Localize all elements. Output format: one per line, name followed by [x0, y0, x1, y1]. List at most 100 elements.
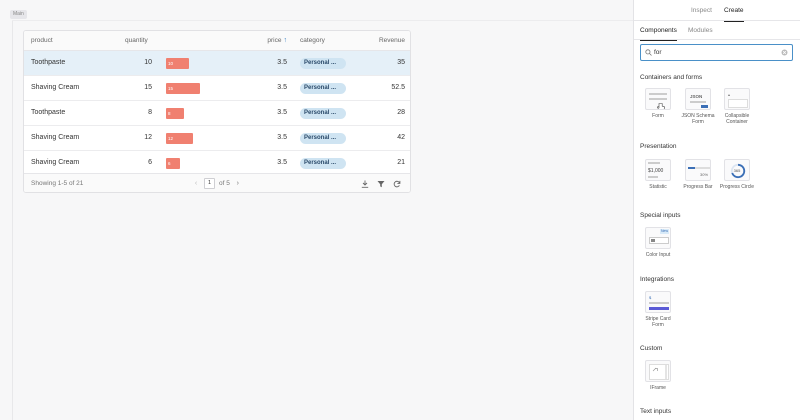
cell-quantity: 10	[144, 59, 152, 66]
table-row[interactable]: Shaving Cream 15 15 3.5 Personal ... 52.5	[24, 76, 410, 101]
page-count: of 5	[219, 180, 230, 187]
section-special-inputs: Special inputs	[640, 212, 681, 219]
quantity-bar: 12	[166, 133, 193, 144]
progress-bar-thumbnail: 30%	[685, 159, 711, 181]
statistic-line-icon	[648, 176, 658, 178]
previous-page-icon[interactable]: ‹	[192, 180, 200, 187]
color-swatch-icon	[651, 239, 655, 242]
tab-modules[interactable]: Modules	[688, 24, 713, 40]
data-table[interactable]: product quantity price ↑ category Revenue…	[23, 30, 411, 193]
component-label: JSON Schema Form	[681, 113, 715, 125]
component-label: Statistic	[649, 184, 667, 190]
category-tag: Personal ...	[300, 158, 346, 169]
section-custom: Custom	[640, 345, 663, 352]
stripe-button-icon	[649, 307, 669, 310]
column-header-price[interactable]: price ↑	[253, 31, 287, 51]
component-label: Collapsible Container	[724, 113, 750, 125]
component-color-input[interactable]: New Color Input	[639, 227, 677, 258]
clear-search-icon[interactable]	[781, 49, 788, 58]
component-label: Color Input	[645, 252, 671, 258]
filter-icon[interactable]	[376, 179, 385, 188]
cell-quantity: 12	[144, 134, 152, 141]
section-text-inputs: Text inputs	[640, 408, 672, 415]
cell-price: 3.5	[277, 59, 287, 66]
cell-product: Toothpaste	[31, 59, 66, 66]
progress-thumb-text: 30%	[700, 172, 709, 177]
column-header-category[interactable]: category	[300, 31, 325, 51]
progress-fill-icon	[688, 167, 695, 169]
component-collapsible-container[interactable]: ▴ Collapsible Container	[718, 88, 756, 125]
cell-product: Toothpaste	[31, 109, 66, 116]
tab-components[interactable]: Components	[640, 24, 677, 41]
tab-create[interactable]: Create	[724, 0, 744, 22]
component-json-schema-form[interactable]: JSON JSON Schema Form	[679, 88, 717, 125]
pagination-controls: ‹ 1 of 5 ›	[192, 174, 242, 192]
cell-price: 3.5	[277, 84, 287, 91]
cell-product: Shaving Cream	[31, 134, 80, 141]
json-thumb-text: JSON	[690, 94, 703, 99]
table-actions	[360, 174, 401, 192]
search-icon	[645, 49, 652, 58]
component-form[interactable]: Form	[639, 88, 677, 119]
column-header-quantity[interactable]: quantity	[125, 31, 148, 51]
cell-revenue: 42	[397, 134, 405, 141]
cell-revenue: 28	[397, 109, 405, 116]
component-progress-circle[interactable]: 365 Progress Circle	[718, 159, 756, 190]
category-tag: Personal ...	[300, 83, 346, 94]
cell-quantity: 15	[144, 84, 152, 91]
panel-tabs: Inspect Create	[634, 0, 800, 22]
canvas-top-border	[12, 20, 633, 21]
component-iframe[interactable]: IFrame	[639, 360, 677, 391]
category-tag: Personal ...	[300, 108, 346, 119]
table-row[interactable]: Shaving Cream 12 12 3.5 Personal ... 42	[24, 126, 410, 151]
editor-canvas[interactable]: Main product quantity price ↑ category Re…	[0, 0, 634, 420]
form-line-icon	[649, 98, 667, 100]
form-line-icon	[649, 93, 667, 95]
statistic-thumbnail: $1,000	[645, 159, 671, 181]
tab-inspect[interactable]: Inspect	[691, 0, 712, 21]
download-icon[interactable]	[360, 179, 369, 188]
cell-revenue: 35	[397, 59, 405, 66]
quantity-bar: 15	[166, 83, 200, 94]
cell-revenue: 52.5	[391, 84, 405, 91]
link-icon	[652, 367, 659, 376]
table-row[interactable]: Toothpaste 8 8 3.5 Personal ... 28	[24, 101, 410, 126]
component-label: Progress Bar	[683, 184, 713, 190]
component-search	[640, 44, 793, 61]
cell-quantity: 8	[148, 109, 152, 116]
progress-circle-thumbnail: 365	[724, 159, 750, 181]
cell-product: Shaving Cream	[31, 84, 80, 91]
caret-icon: ▴	[728, 92, 731, 97]
page-number-input[interactable]: 1	[204, 178, 215, 189]
component-progress-bar[interactable]: 30% Progress Bar	[679, 159, 717, 190]
cell-quantity: 6	[148, 159, 152, 166]
stripe-logo-icon: $	[649, 295, 652, 300]
component-statistic[interactable]: $1,000 Statistic	[639, 159, 677, 190]
component-stripe-card-form[interactable]: $ Stripe Card Form	[639, 291, 677, 328]
quantity-bar: 8	[166, 108, 184, 119]
progress-circle-thumb-text: 365	[733, 168, 741, 173]
json-line-icon	[690, 101, 706, 103]
category-tag: Personal ...	[300, 133, 346, 144]
canvas-edge	[12, 20, 13, 420]
search-input[interactable]	[654, 47, 774, 58]
next-page-icon[interactable]: ›	[234, 180, 242, 187]
cell-price: 3.5	[277, 159, 287, 166]
cell-product: Shaving Cream	[31, 159, 80, 166]
section-containers-forms: Containers and forms	[640, 74, 703, 81]
cell-price: 3.5	[277, 134, 287, 141]
cursor-hand-icon	[656, 102, 666, 109]
stripe-line-icon	[649, 302, 669, 304]
refresh-icon[interactable]	[392, 179, 401, 188]
right-panel: Inspect Create Components Modules Contai…	[634, 0, 800, 420]
table-row[interactable]: Toothpaste 10 10 3.5 Personal ... 35	[24, 51, 410, 76]
table-footer: Showing 1-5 of 21 ‹ 1 of 5 ›	[24, 173, 410, 192]
column-header-product[interactable]: product	[31, 31, 53, 51]
statistic-line-icon	[648, 162, 660, 164]
iframe-thumbnail	[645, 360, 671, 382]
main-frame-tag[interactable]: Main	[10, 10, 27, 19]
column-header-revenue[interactable]: Revenue	[357, 31, 405, 51]
table-header: product quantity price ↑ category Revenue	[24, 31, 410, 51]
quantity-bar: 6	[166, 158, 180, 169]
column-header-price-label: price	[267, 37, 282, 44]
